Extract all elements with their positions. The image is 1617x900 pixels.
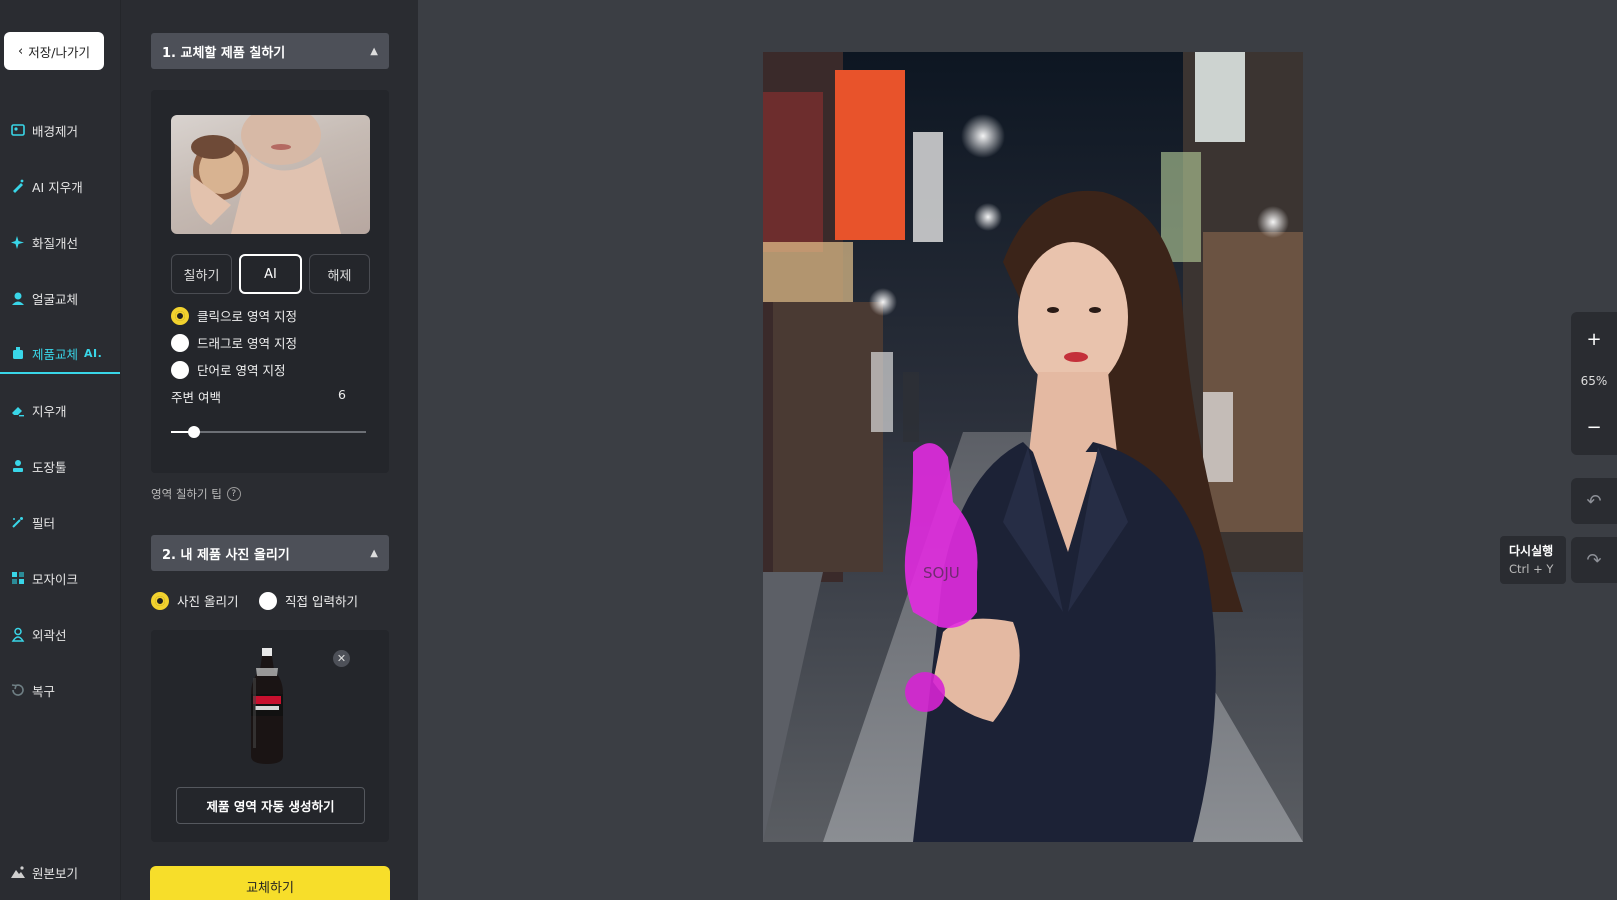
margin-label: 주변 여백: [171, 390, 221, 405]
nav-item-label: 얼굴교체: [32, 291, 79, 307]
slider-handle[interactable]: [188, 426, 201, 438]
face-swap-icon: [10, 290, 26, 306]
chevron-up-icon: ▲: [370, 45, 378, 57]
nav-item-eraser[interactable]: 지우개: [0, 390, 120, 430]
outline-icon: [10, 626, 26, 642]
nav-item-face-swap[interactable]: 얼굴교체: [0, 278, 120, 318]
nav-item-restore[interactable]: 복구: [0, 670, 120, 710]
editing-canvas-image[interactable]: SOJU: [763, 52, 1303, 842]
mode-clear-button[interactable]: 해제: [309, 254, 370, 294]
nav-item-label: 도장툴: [32, 459, 67, 475]
nav-item-label: 외곽선: [32, 627, 67, 643]
undo-button[interactable]: ↶: [1571, 478, 1617, 524]
nav-item-label: 모자이크: [32, 571, 79, 587]
zoom-in-button[interactable]: +: [1571, 324, 1617, 354]
auto-generate-area-button[interactable]: 제품 영역 자동 생성하기: [176, 787, 365, 824]
tool-sidebar: ‹ 저장/나가기 배경제거 AI 지우개 화질개선 얼굴교체 제품교체 AI. …: [0, 0, 120, 900]
mountain-image-icon: [10, 864, 26, 880]
save-exit-button[interactable]: ‹ 저장/나가기: [4, 32, 104, 70]
option-label: 단어로 영역 지정: [197, 363, 286, 378]
radio-unchecked[interactable]: [171, 333, 189, 352]
margin-value: 6: [338, 387, 346, 402]
mode-ai-button[interactable]: AI: [239, 254, 302, 294]
product-upload-card: ✕ 제품 영역 자동 생성하기: [151, 630, 389, 842]
option-upload-photo[interactable]: 사진 올리기: [151, 591, 238, 610]
option-label: 직접 입력하기: [285, 594, 358, 609]
section2-header[interactable]: 2. 내 제품 사진 올리기 ▲: [151, 535, 389, 571]
option-label: 사진 올리기: [177, 594, 239, 609]
zoom-level: 65%: [1580, 374, 1608, 388]
nav-item-label: 제품교체: [32, 346, 79, 362]
section1-header[interactable]: 1. 교체할 제품 칠하기 ▲: [151, 33, 389, 69]
nav-item-ai-eraser[interactable]: AI 지우개: [0, 166, 120, 206]
zoom-out-button[interactable]: −: [1571, 412, 1617, 442]
nav-item-enhance[interactable]: 화질개선: [0, 222, 120, 262]
option-word-area[interactable]: 단어로 영역 지정: [171, 360, 285, 379]
section1-title: 1. 교체할 제품 칠하기: [162, 45, 286, 61]
section2-title: 2. 내 제품 사진 올리기: [162, 547, 290, 563]
redo-icon: ↷: [1586, 549, 1602, 571]
option-drag-area[interactable]: 드래그로 영역 지정: [171, 333, 297, 352]
redo-tooltip: 다시실행 Ctrl + Y: [1500, 536, 1566, 584]
radio-checked[interactable]: [151, 591, 169, 610]
option-direct-input[interactable]: 직접 입력하기: [259, 591, 358, 610]
redo-button[interactable]: ↷: [1571, 537, 1617, 583]
nav-item-outline[interactable]: 외곽선: [0, 614, 120, 654]
save-exit-label: 저장/나가기: [28, 44, 90, 60]
nav-item-product-swap[interactable]: 제품교체 AI.: [0, 334, 120, 374]
paint-mode-group: 칠하기 AI 해제: [171, 254, 370, 294]
svg-text:SOJU: SOJU: [923, 564, 960, 582]
reference-thumbnail: [171, 115, 370, 234]
margin-row: 주변 여백 6: [171, 387, 346, 406]
paint-tip-link[interactable]: 영역 칠하기 팁 ?: [151, 486, 241, 502]
margin-slider[interactable]: [171, 426, 366, 438]
ai-tag: AI.: [84, 346, 103, 360]
chevron-up-icon: ▲: [370, 547, 378, 559]
slider-track: [171, 431, 366, 433]
radio-unchecked[interactable]: [259, 591, 277, 610]
nav-item-label: AI 지우개: [32, 179, 83, 195]
tip-label: 영역 칠하기 팁: [151, 487, 222, 501]
replace-button[interactable]: 교체하기: [150, 866, 390, 900]
option-label: 클릭으로 영역 지정: [197, 309, 297, 324]
nav-item-label: 화질개선: [32, 235, 79, 251]
help-icon: ?: [226, 487, 241, 501]
original-view-button[interactable]: 원본보기: [0, 852, 120, 892]
tooltip-shortcut: Ctrl + Y: [1509, 562, 1554, 576]
nav-item-mosaic[interactable]: 모자이크: [0, 558, 120, 598]
nav-item-label: 지우개: [32, 403, 67, 419]
close-icon: ✕: [336, 652, 347, 665]
product-swap-icon: [10, 345, 26, 361]
original-view-label: 원본보기: [32, 865, 79, 881]
nav-item-label: 배경제거: [32, 123, 79, 139]
nav-item-stamp[interactable]: 도장툴: [0, 446, 120, 486]
remove-product-button[interactable]: ✕: [333, 650, 350, 667]
paint-options-card: 칠하기 AI 해제 클릭으로 영역 지정 드래그로 영역 지정 단어로 영역 지…: [151, 90, 389, 473]
chevron-left-icon: ‹: [18, 43, 24, 59]
nav-item-label: 복구: [32, 683, 56, 699]
background-remove-icon: [10, 122, 26, 138]
tooltip-title: 다시실행: [1509, 544, 1554, 558]
sparkle-icon: [10, 234, 26, 250]
nav-item-label: 필터: [32, 515, 56, 531]
settings-panel: 1. 교체할 제품 칠하기 ▲ 칠하기 AI 해제 클릭으로 영역 지정 드래그…: [120, 0, 418, 900]
option-click-area[interactable]: 클릭으로 영역 지정: [171, 306, 297, 325]
mode-paint-button[interactable]: 칠하기: [171, 254, 232, 294]
restore-icon: [10, 682, 26, 698]
mosaic-icon: [10, 570, 26, 586]
zoom-controls: + 65% −: [1571, 312, 1617, 455]
product-image: [247, 648, 287, 770]
undo-icon: ↶: [1586, 490, 1602, 512]
radio-checked[interactable]: [171, 306, 189, 325]
stamp-icon: [10, 458, 26, 474]
ai-eraser-icon: [10, 178, 26, 194]
eraser-icon: [10, 402, 26, 418]
nav-item-filter[interactable]: 필터: [0, 502, 120, 542]
nav-item-background-remove[interactable]: 배경제거: [0, 110, 120, 150]
radio-unchecked[interactable]: [171, 360, 189, 379]
filter-icon: [10, 514, 26, 530]
option-label: 드래그로 영역 지정: [197, 336, 297, 351]
